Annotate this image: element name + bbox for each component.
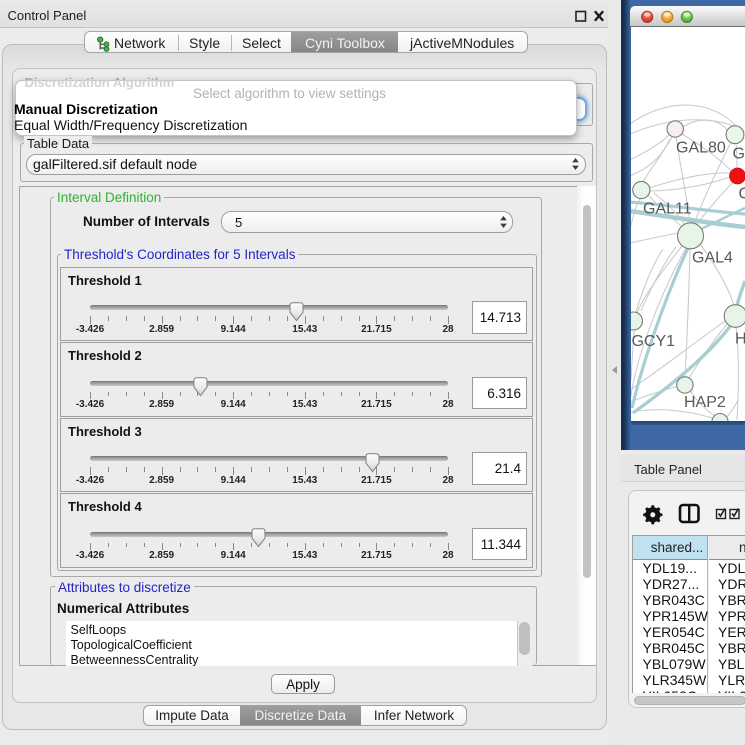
svg-text:GA: GA (733, 146, 745, 163)
svg-text:GAL11: GAL11 (643, 201, 692, 218)
svg-text:H: H (735, 331, 745, 348)
svg-text:GCY1: GCY1 (632, 333, 676, 350)
svg-text:GAL4: GAL4 (692, 250, 733, 267)
svg-text:C: C (739, 186, 745, 203)
svg-text:GAL80: GAL80 (676, 140, 726, 157)
svg-text:HAP2: HAP2 (684, 394, 726, 411)
